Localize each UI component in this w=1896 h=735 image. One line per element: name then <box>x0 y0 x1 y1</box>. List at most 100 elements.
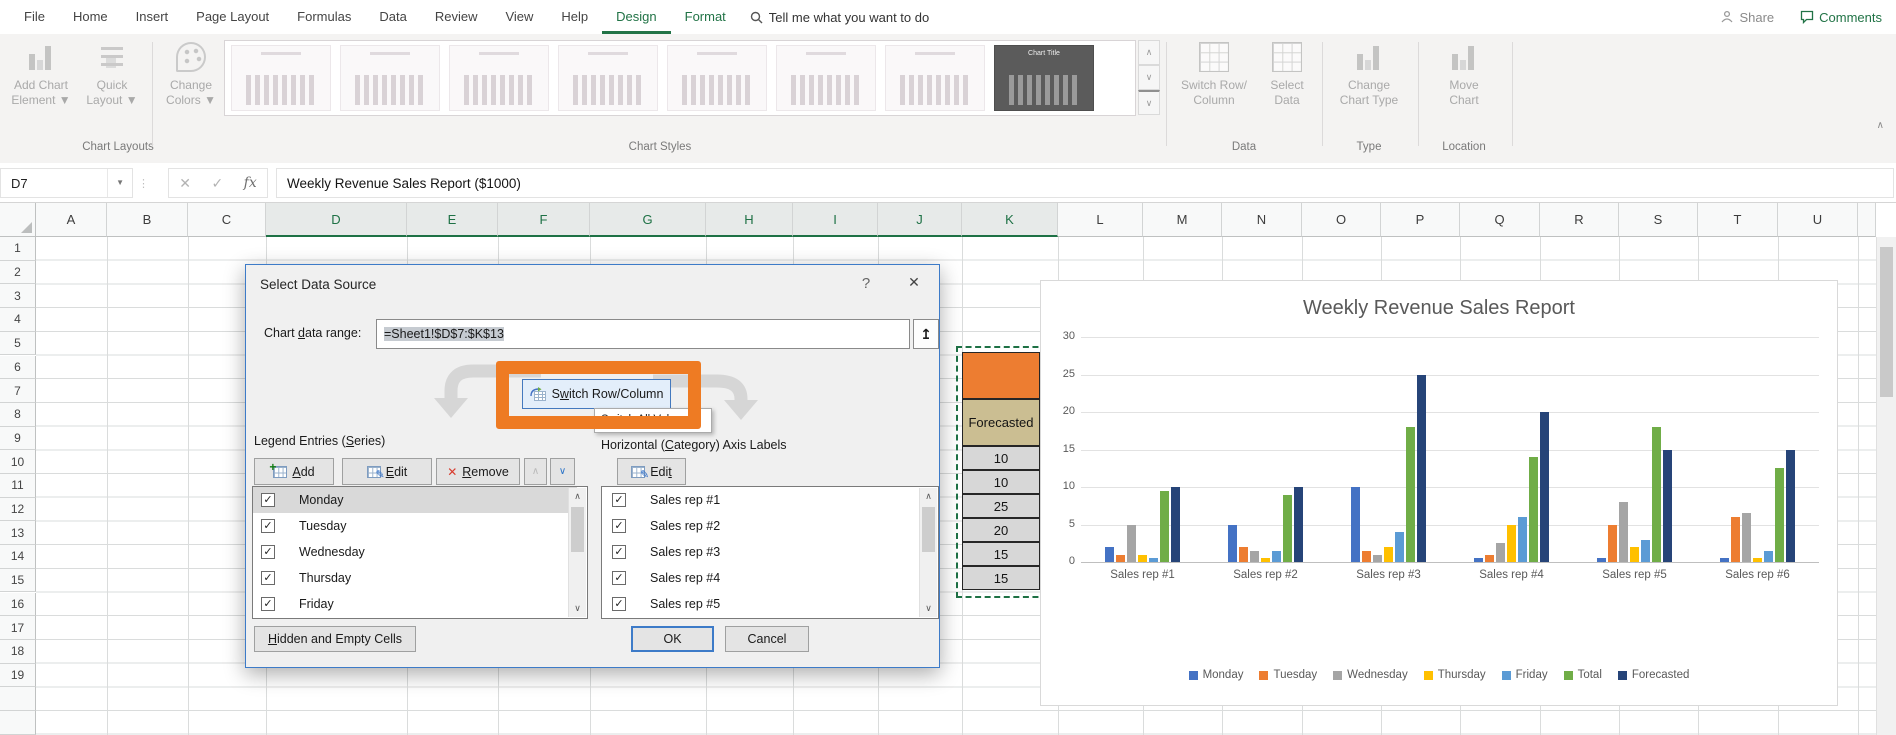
tab-formulas[interactable]: Formulas <box>283 0 365 34</box>
chart-style-thumbnail[interactable] <box>776 45 876 111</box>
ribbon-change-colors-button[interactable]: Change Colors ▼ <box>162 40 220 140</box>
legend-item-thursday[interactable]: Thursday <box>1423 669 1486 681</box>
ribbon-change-chart-type-button[interactable]: Change Chart Type <box>1328 40 1410 140</box>
bar-wednesday-1[interactable] <box>1127 524 1136 562</box>
series-item-wednesday[interactable]: ✓ Wednesday <box>253 539 577 565</box>
tell-me-box[interactable]: Tell me what you want to do <box>740 0 939 34</box>
gallery-scroll-down-button[interactable]: ∨ <box>1138 65 1160 90</box>
bar-thursday-1[interactable] <box>1138 554 1147 562</box>
bar-forecasted-2[interactable] <box>1294 487 1303 562</box>
cancel-button[interactable]: Cancel <box>725 626 809 652</box>
row-header-13[interactable]: 13 <box>0 521 36 546</box>
bar-friday-5[interactable] <box>1641 539 1650 562</box>
share-button[interactable]: Share <box>1720 10 1774 25</box>
series-item-friday[interactable]: ✓ Friday <box>253 591 577 617</box>
chart-style-thumbnail[interactable] <box>231 45 331 111</box>
legend-item-tuesday[interactable]: Tuesday <box>1259 669 1317 681</box>
checkbox-checked[interactable]: ✓ <box>261 597 275 611</box>
tab-page-layout[interactable]: Page Layout <box>182 0 283 34</box>
bar-thursday-4[interactable] <box>1507 524 1516 562</box>
bar-tuesday-1[interactable] <box>1116 554 1125 562</box>
bar-forecasted-5[interactable] <box>1663 449 1672 562</box>
bar-monday-1[interactable] <box>1105 547 1114 562</box>
ribbon-switch-row-column-button[interactable]: Switch Row/Column <box>1172 40 1256 140</box>
checkbox-checked[interactable]: ✓ <box>261 545 275 559</box>
axis-item-sales-rep-5[interactable]: ✓ Sales rep #5 <box>602 591 930 617</box>
series-item-tuesday[interactable]: ✓ Tuesday <box>253 513 577 539</box>
tab-data[interactable]: Data <box>365 0 420 34</box>
dialog-close-icon[interactable]: ✕ <box>898 274 930 291</box>
row-header-4[interactable]: 4 <box>0 308 36 332</box>
row-header-15[interactable]: 15 <box>0 568 36 593</box>
checkbox-checked[interactable]: ✓ <box>261 519 275 533</box>
column-header-T[interactable]: T <box>1698 203 1778 237</box>
legend-item-forecasted[interactable]: Forecasted <box>1617 669 1689 681</box>
select-all-corner[interactable] <box>0 203 36 237</box>
column-header-I[interactable]: I <box>793 203 878 237</box>
scrollbar-thumb[interactable] <box>571 507 584 552</box>
ribbon-quick-layout-button[interactable]: Quick Layout ▼ <box>84 40 140 140</box>
column-header-K[interactable]: K <box>962 203 1058 237</box>
axis-item-sales-rep-3[interactable]: ✓ Sales rep #3 <box>602 539 930 565</box>
chart-styles-gallery[interactable]: Chart Title <box>224 40 1136 116</box>
series-item-thursday[interactable]: ✓ Thursday <box>253 565 577 591</box>
legend-item-total[interactable]: Total <box>1563 669 1602 681</box>
bar-thursday-6[interactable] <box>1753 558 1762 562</box>
bar-tuesday-5[interactable] <box>1608 524 1617 562</box>
column-header-H[interactable]: H <box>706 203 793 237</box>
bar-forecasted-6[interactable] <box>1786 449 1795 562</box>
bar-thursday-3[interactable] <box>1384 547 1393 562</box>
column-header-B[interactable]: B <box>107 203 188 237</box>
legend-item-wednesday[interactable]: Wednesday <box>1333 669 1408 681</box>
bar-total-6[interactable] <box>1775 468 1784 562</box>
row-header-2[interactable]: 2 <box>0 260 36 285</box>
remove-series-button[interactable]: ✕ Remove <box>436 458 520 485</box>
chart-data-range-input[interactable]: =Sheet1!$D$7:$K$13 <box>376 319 910 349</box>
column-header-M[interactable]: M <box>1143 203 1222 237</box>
row-header-6[interactable]: 6 <box>0 355 36 380</box>
ok-button[interactable]: OK <box>631 626 714 652</box>
ribbon-select-data-button[interactable]: Select Data <box>1258 40 1316 140</box>
insert-function-icon[interactable]: fx <box>244 175 257 191</box>
formula-input[interactable]: Weekly Revenue Sales Report ($1000) <box>276 168 1894 198</box>
sheet-vertical-scrollbar[interactable] <box>1876 237 1896 735</box>
edit-axis-labels-button[interactable]: ✎ Edit <box>617 458 686 485</box>
formula-bar-drag-dots-icon[interactable]: ⋮ <box>138 168 150 198</box>
tab-home[interactable]: Home <box>59 0 122 34</box>
axis-item-sales-rep-1[interactable]: ✓ Sales rep #1 <box>602 487 930 513</box>
series-item-monday[interactable]: ✓ Monday <box>253 487 577 513</box>
tab-view[interactable]: View <box>491 0 547 34</box>
axis-labels-list[interactable]: ✓ Sales rep #1 ✓ Sales rep #2 ✓ Sales rep #3 ✓… <box>601 486 939 619</box>
column-header-N[interactable]: N <box>1222 203 1302 237</box>
bar-wednesday-4[interactable] <box>1496 543 1505 562</box>
row-header-18[interactable]: 18 <box>0 639 36 664</box>
row-header-5[interactable]: 5 <box>0 331 36 356</box>
scrollbar-thumb[interactable] <box>1880 247 1893 397</box>
name-box[interactable]: D7 ▼ <box>0 168 133 198</box>
list-scrollbar[interactable]: ∧ ∨ <box>919 488 937 617</box>
ribbon-move-chart-button[interactable]: Move Chart <box>1424 40 1504 140</box>
row-header-9[interactable]: 9 <box>0 426 36 451</box>
row-header-16[interactable]: 16 <box>0 592 36 617</box>
bar-tuesday-4[interactable] <box>1485 554 1494 562</box>
column-header-O[interactable]: O <box>1302 203 1381 237</box>
bar-monday-5[interactable] <box>1597 558 1606 562</box>
column-header-E[interactable]: E <box>407 203 498 237</box>
legend-item-monday[interactable]: Monday <box>1188 669 1243 681</box>
add-series-button[interactable]: + Add <box>254 458 334 485</box>
bar-wednesday-2[interactable] <box>1250 550 1259 562</box>
scroll-up-icon[interactable]: ∧ <box>569 488 586 505</box>
bar-total-4[interactable] <box>1529 457 1538 562</box>
bar-friday-6[interactable] <box>1764 550 1773 562</box>
bar-tuesday-2[interactable] <box>1239 547 1248 562</box>
bar-forecasted-4[interactable] <box>1540 412 1549 562</box>
column-header-R[interactable]: R <box>1540 203 1619 237</box>
row-header-7[interactable]: 7 <box>0 379 36 403</box>
tab-review[interactable]: Review <box>421 0 492 34</box>
chart-style-thumbnail[interactable]: Chart Title <box>994 45 1094 111</box>
column-header-F[interactable]: F <box>498 203 590 237</box>
column-header-S[interactable]: S <box>1619 203 1698 237</box>
bar-wednesday-3[interactable] <box>1373 554 1382 562</box>
chart-object[interactable]: Weekly Revenue Sales Report 0 5 10 15 20 25 30… <box>1040 280 1838 706</box>
column-header-L[interactable]: L <box>1058 203 1143 237</box>
